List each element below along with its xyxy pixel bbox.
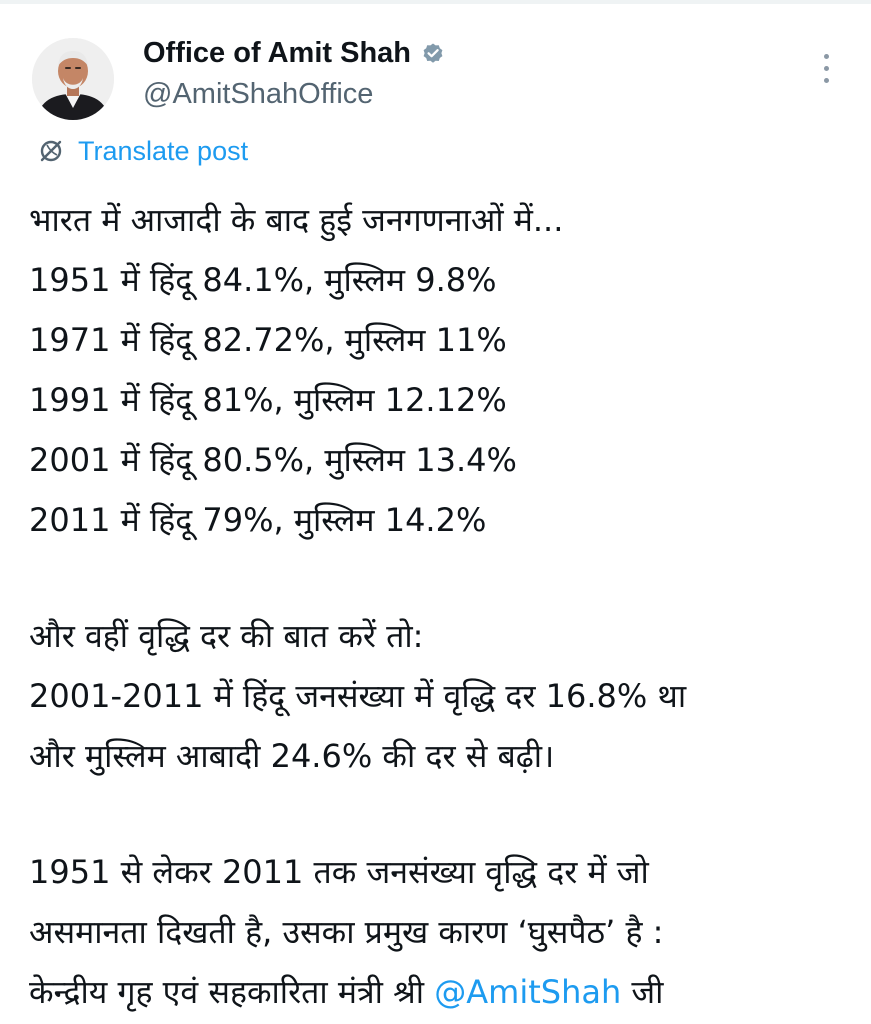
post-line: 1971 में हिंदू 82.72%, मुस्लिम 11% bbox=[29, 321, 507, 359]
author-handle[interactable]: @AmitShahOffice bbox=[143, 76, 373, 112]
post-line: और मुस्लिम आबादी 24.6% की दर से बढ़ी। bbox=[29, 737, 555, 775]
post-line: 2001 में हिंदू 80.5%, मुस्लिम 13.4% bbox=[29, 441, 517, 479]
post-line: 1991 में हिंदू 81%, मुस्लिम 12.12% bbox=[29, 381, 507, 419]
translate-post-label: Translate post bbox=[78, 136, 249, 166]
profile-photo bbox=[32, 38, 114, 120]
post-line: 2011 में हिंदू 79%, मुस्लिम 14.2% bbox=[29, 501, 487, 539]
more-vertical-icon bbox=[823, 53, 829, 59]
translate-globe-icon bbox=[40, 140, 62, 162]
top-divider bbox=[0, 0, 871, 4]
more-vertical-icon-dot bbox=[823, 65, 829, 71]
author-name-row: Office of Amit Shah bbox=[143, 34, 445, 72]
more-options-button[interactable] bbox=[806, 50, 846, 86]
post-line: 1951 से लेकर 2011 तक जनसंख्या वृद्धि दर … bbox=[29, 853, 649, 891]
post-line-with-mention: केन्द्रीय गृह एवं सहकारिता मंत्री श्री @… bbox=[29, 962, 859, 1022]
post-line-prefix: केन्द्रीय गृह एवं सहकारिता मंत्री श्री bbox=[29, 973, 435, 1011]
avatar[interactable] bbox=[32, 38, 114, 120]
mention-link[interactable]: @AmitShah bbox=[434, 973, 621, 1011]
more-vertical-icon-dot bbox=[823, 77, 829, 83]
translate-post-link[interactable]: Translate post bbox=[36, 133, 248, 169]
post-line-suffix: जी bbox=[621, 973, 664, 1011]
post-line: असमानता दिखती है, उसका प्रमुख कारण ‘घुसप… bbox=[29, 913, 664, 951]
post-line: भारत में आजादी के बाद हुई जनगणनाओं में..… bbox=[29, 201, 564, 239]
post-text: भारत में आजादी के बाद हुई जनगणनाओं में..… bbox=[29, 190, 859, 1022]
author-display-name[interactable]: Office of Amit Shah bbox=[143, 34, 411, 72]
post-line: 1951 में हिंदू 84.1%, मुस्लिम 9.8% bbox=[29, 261, 497, 299]
post-line: और वहीं वृद्धि दर की बात करें तो: bbox=[29, 617, 424, 655]
post-line: 2001-2011 में हिंदू जनसंख्या में वृद्धि … bbox=[29, 677, 687, 715]
verified-badge-icon bbox=[423, 43, 443, 63]
